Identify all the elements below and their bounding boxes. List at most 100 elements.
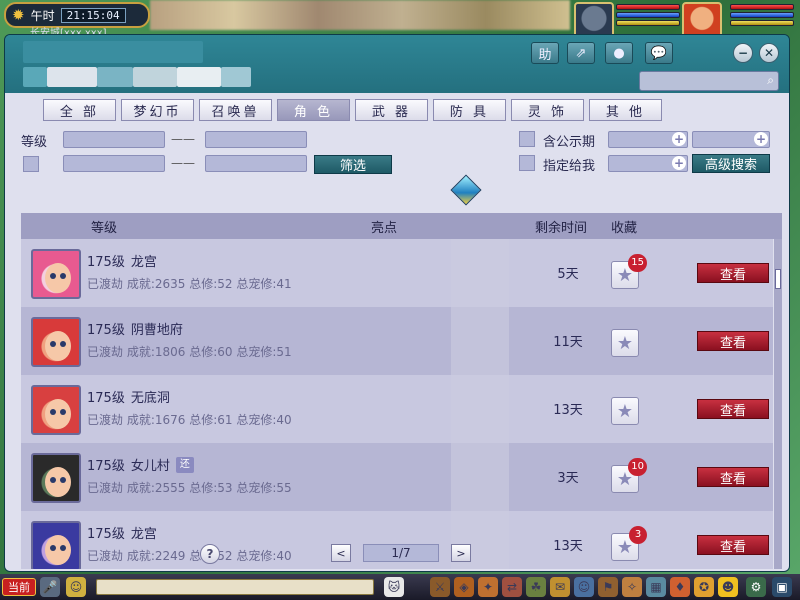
gem-icon <box>450 174 482 206</box>
row-level: 175级 <box>87 323 125 338</box>
close-button[interactable]: ✕ <box>759 43 779 63</box>
level-min-input[interactable] <box>63 131 165 148</box>
filter-button[interactable]: 筛选 <box>314 155 392 174</box>
plus-icon[interactable]: + <box>672 156 686 170</box>
pet-status-bars <box>616 4 680 26</box>
trade-icon[interactable]: ⇄ <box>502 577 522 597</box>
tab-character[interactable]: 角 色 <box>277 99 350 121</box>
help-button[interactable]: 助 <box>531 42 559 64</box>
favorite-button[interactable]: ★ 15 <box>611 254 647 289</box>
pet-portrait[interactable] <box>574 2 614 38</box>
row-level: 175级 <box>87 527 125 542</box>
blurred-block <box>47 67 97 87</box>
public-period-checkbox[interactable] <box>519 131 535 147</box>
bag-icon[interactable]: ◈ <box>454 577 474 597</box>
pet-hp-bar <box>616 4 680 10</box>
channel-button[interactable]: 当前 <box>2 578 36 596</box>
system-icon[interactable]: ⚙ <box>746 577 766 597</box>
favorite-button[interactable]: ★ 10 <box>611 458 647 493</box>
plus-icon[interactable]: + <box>672 132 686 146</box>
row-school: 龙宫 <box>130 527 157 542</box>
table-row[interactable]: 175级 龙宫 已渡劫 成就:2635 总修:52 总宠修:41 5天 ★ 15… <box>21 239 773 307</box>
star-icon: ★ <box>616 400 634 422</box>
chat-input[interactable] <box>96 579 374 595</box>
filter-checkbox[interactable] <box>23 156 39 172</box>
chat-button[interactable]: 💬 <box>645 42 673 64</box>
favorite-count: 10 <box>628 458 647 476</box>
map-icon[interactable]: ▦ <box>646 577 666 597</box>
public-select-1[interactable]: + <box>608 131 688 148</box>
blurred-highlight <box>451 307 509 375</box>
activity-icon[interactable]: ✪ <box>694 577 714 597</box>
microphone-icon[interactable]: 🎤 <box>40 577 60 597</box>
pet-icon[interactable]: 🐱 <box>384 577 404 597</box>
row-stats: 已渡劫 成就:1676 总修:61 总宠修:40 <box>87 413 292 427</box>
attack-icon[interactable]: ⚔ <box>430 577 450 597</box>
friend-icon[interactable]: ☺ <box>574 577 594 597</box>
tab-armor[interactable]: 防 具 <box>433 99 506 121</box>
smile-icon[interactable]: ☻ <box>718 577 738 597</box>
blurred-title <box>23 41 203 63</box>
view-button[interactable]: 查看 <box>697 467 769 487</box>
view-button[interactable]: 查看 <box>697 535 769 555</box>
tab-currency[interactable]: 梦幻币 <box>121 99 194 121</box>
player-portrait[interactable] <box>682 2 722 38</box>
table-header: 等级 亮点 剩余时间 收藏 <box>21 213 782 239</box>
favorite-count: 15 <box>628 254 647 272</box>
minimize-button[interactable]: − <box>733 43 753 63</box>
emoji-icon[interactable]: ☺ <box>66 577 86 597</box>
tab-summon[interactable]: 召唤兽 <box>199 99 272 121</box>
public-select-2[interactable]: + <box>692 131 770 148</box>
list-scrollbar[interactable] <box>774 239 782 569</box>
view-button[interactable]: 查看 <box>697 263 769 283</box>
row-remaining: 11天 <box>553 335 583 350</box>
favorite-count: 3 <box>629 526 647 544</box>
table-row[interactable]: 175级 阴曹地府 已渡劫 成就:1806 总修:60 总宠修:51 11天 ★… <box>21 307 773 375</box>
table-row[interactable]: 175级 女儿村 还 已渡劫 成就:2555 总修:53 总宠修:55 3天 ★… <box>21 443 773 511</box>
gift-icon[interactable]: ✦ <box>478 577 498 597</box>
scroll-thumb[interactable] <box>775 269 781 289</box>
share-button[interactable]: ⇗ <box>567 42 595 64</box>
help-icon[interactable]: ? <box>200 544 220 564</box>
row-title: 175级 龙宫 <box>87 523 157 542</box>
guild-icon[interactable]: ⚑ <box>598 577 618 597</box>
favorite-button[interactable]: ★ 3 <box>611 526 647 561</box>
clock-time: 21:15:04 <box>60 7 126 23</box>
search-input[interactable]: ⌕ <box>639 71 779 91</box>
avatar <box>31 317 81 367</box>
window-body: 全 部 梦幻币 召唤兽 角 色 武 器 防 具 灵 饰 其 他 等级 —— ——… <box>5 93 789 571</box>
filter2-min-input[interactable] <box>63 155 165 172</box>
team-icon[interactable]: ☘ <box>526 577 546 597</box>
assigned-checkbox[interactable] <box>519 155 535 171</box>
listing-table: 等级 亮点 剩余时间 收藏 175级 龙宫 已渡劫 成就:2635 总修:52 … <box>21 213 782 569</box>
table-row[interactable]: 175级 无底洞 已渡劫 成就:1676 总修:61 总宠修:40 13天 ★ … <box>21 375 773 443</box>
plus-icon[interactable]: + <box>754 132 768 146</box>
skill-icon[interactable]: ✧ <box>622 577 642 597</box>
view-button[interactable]: 查看 <box>697 399 769 419</box>
tab-accessory[interactable]: 灵 饰 <box>511 99 584 121</box>
view-button[interactable]: 查看 <box>697 331 769 351</box>
search-icon[interactable]: ⌕ <box>767 73 774 88</box>
category-tabs: 全 部 梦幻币 召唤兽 角 色 武 器 防 具 灵 饰 其 他 <box>43 99 662 121</box>
tab-all[interactable]: 全 部 <box>43 99 116 121</box>
level-max-input[interactable] <box>205 131 307 148</box>
favorite-button[interactable]: ★ <box>611 329 639 357</box>
tab-weapon[interactable]: 武 器 <box>355 99 428 121</box>
prev-page-button[interactable]: < <box>331 544 351 562</box>
row-remaining: 13天 <box>553 403 583 418</box>
row-school: 无底洞 <box>130 391 170 406</box>
tab-other[interactable]: 其 他 <box>589 99 662 121</box>
assigned-select[interactable]: + <box>608 155 688 172</box>
filter2-max-input[interactable] <box>205 155 307 172</box>
quest-icon[interactable]: ✉ <box>550 577 570 597</box>
header-favorite[interactable]: 收藏 <box>611 217 637 236</box>
advanced-search-button[interactable]: 高级搜索 <box>692 154 770 173</box>
window-header: 助 ⇗ ● 💬 − ✕ ⌕ <box>5 35 789 93</box>
record-button[interactable]: ● <box>605 42 633 64</box>
next-page-button[interactable]: > <box>451 544 471 562</box>
shop-icon[interactable]: ♦ <box>670 577 690 597</box>
return-badge: 还 <box>175 456 194 473</box>
player-status-bars <box>730 4 794 26</box>
settings-icon[interactable]: ▣ <box>772 577 792 597</box>
favorite-button[interactable]: ★ <box>611 397 639 425</box>
